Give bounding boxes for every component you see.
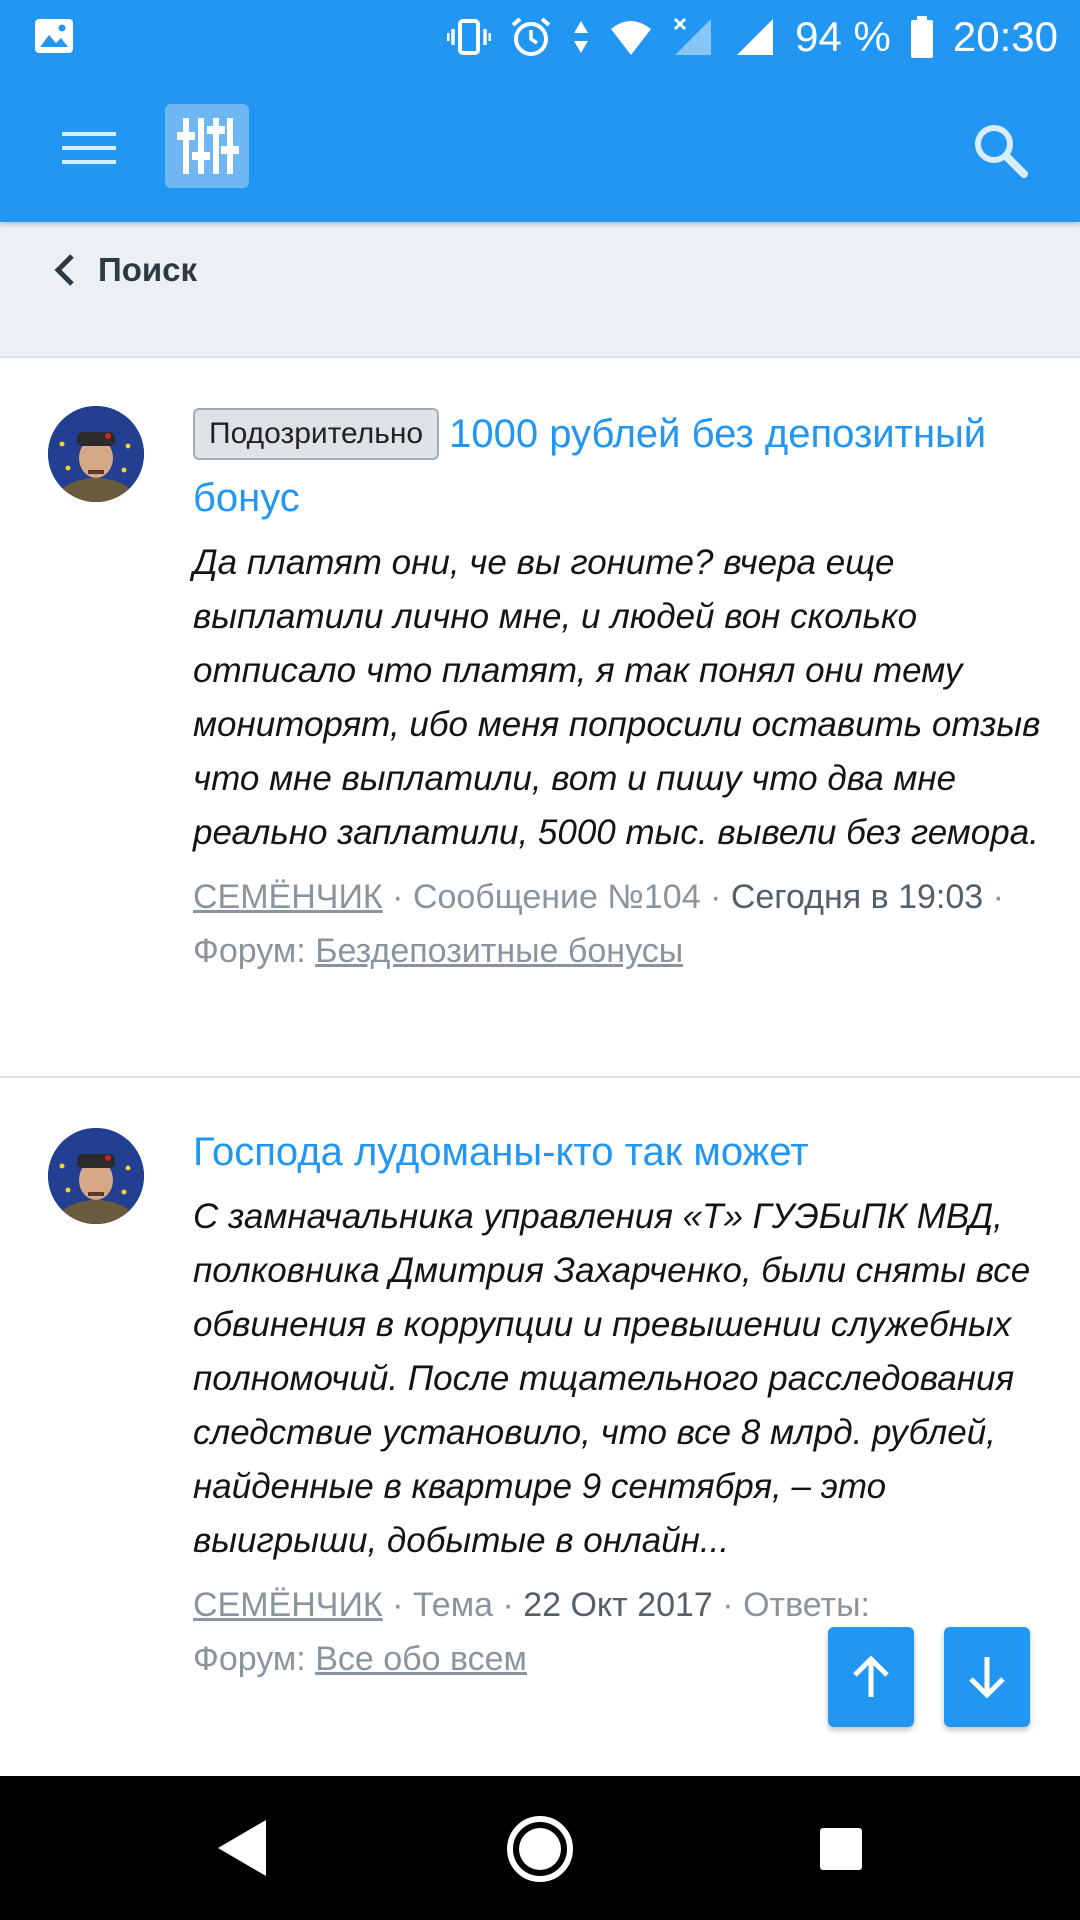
meta-separator: ·: [382, 1586, 413, 1624]
meta-separator: ·: [493, 1586, 524, 1624]
back-triangle-icon[interactable]: [214, 1816, 270, 1880]
breadcrumb-bar: Поиск: [0, 222, 1080, 358]
search-result: Господа лудоманы-кто так может С замнача…: [0, 1078, 1080, 1778]
avatar-image: [48, 406, 144, 502]
arrow-down-icon: [969, 1657, 1005, 1699]
app-bar: [0, 74, 1080, 222]
post-date: 22 Окт 2017: [523, 1586, 713, 1624]
chevron-left-icon: [54, 254, 74, 286]
forum-logo-icon: [177, 118, 239, 174]
result-title-link[interactable]: Господа лудоманы-кто так может: [193, 1120, 1043, 1184]
result-meta: СЕМЁНЧИК · Сообщение №104 · Сегодня в 19…: [193, 870, 1043, 978]
status-bar: 94 % 20:30: [0, 0, 1080, 74]
home-circle-icon[interactable]: [505, 1814, 575, 1884]
vibrate-icon: [447, 19, 492, 55]
wifi-icon: [611, 21, 652, 55]
clock: 20:30: [952, 13, 1058, 60]
result-snippet[interactable]: С замначальника управления «Т» ГУЭБиПК М…: [193, 1190, 1043, 1568]
breadcrumb-label: Поиск: [98, 251, 198, 288]
post-date: Сегодня в 19:03: [730, 878, 984, 916]
forum-link[interactable]: Бездепозитные бонусы: [315, 932, 683, 970]
arrow-up-icon: [853, 1655, 889, 1697]
result-content: Подозрительно 1000 рублей без депозитный …: [193, 402, 1043, 978]
signal-icon: [737, 19, 774, 55]
meta-separator: ·: [983, 878, 1004, 916]
status-icons: 94 % 20:30: [447, 0, 1058, 74]
image-notification-icon: [35, 19, 73, 53]
data-arrows-icon: [574, 21, 589, 53]
meta-separator: ·: [700, 878, 731, 916]
forum-label: Форум:: [193, 1640, 306, 1678]
avatar-image: [48, 1128, 144, 1224]
forum-link[interactable]: Все обо всем: [315, 1640, 527, 1678]
forum-label: Форум:: [193, 932, 306, 970]
avatar[interactable]: [48, 1128, 144, 1224]
content-type: Тема: [412, 1586, 493, 1624]
recents-square-icon[interactable]: [818, 1826, 864, 1872]
system-nav-bar: [0, 1776, 1080, 1920]
meta-separator: ·: [382, 878, 413, 916]
result-title-line: Подозрительно 1000 рублей без депозитный …: [193, 402, 1043, 530]
search-icon[interactable]: [968, 118, 1032, 182]
avatar[interactable]: [48, 406, 144, 502]
scroll-to-bottom-button[interactable]: [944, 1627, 1030, 1727]
app-screen: 94 % 20:30 Поиск Подозрительно 1000 рубл…: [0, 0, 1080, 1920]
scroll-to-top-button[interactable]: [828, 1627, 914, 1727]
battery-percent: 94 %: [795, 13, 891, 60]
breadcrumb-back-link[interactable]: Поиск: [50, 240, 197, 300]
no-signal-icon: [674, 17, 712, 55]
prefix-badge[interactable]: Подозрительно: [193, 408, 440, 460]
alarm-icon: [511, 17, 551, 56]
menu-icon[interactable]: [58, 120, 122, 176]
result-snippet[interactable]: Да платят они, че вы гоните? вчера еще в…: [193, 536, 1043, 860]
author-link[interactable]: СЕМЁНЧИК: [193, 1586, 383, 1624]
forum-logo-button[interactable]: [165, 104, 249, 188]
battery-icon: [910, 16, 933, 58]
result-content: Господа лудоманы-кто так может С замнача…: [193, 1120, 1043, 1686]
replies-label: Ответы:: [743, 1586, 870, 1624]
author-link[interactable]: СЕМЁНЧИК: [193, 878, 383, 916]
meta-separator: ·: [712, 1586, 744, 1624]
result-meta: СЕМЁНЧИК · Тема · 22 Окт 2017 · Ответы: Ф…: [193, 1578, 1043, 1686]
search-result: Подозрительно 1000 рублей без депозитный …: [0, 358, 1080, 1078]
content-type: Сообщение №104: [412, 878, 701, 916]
